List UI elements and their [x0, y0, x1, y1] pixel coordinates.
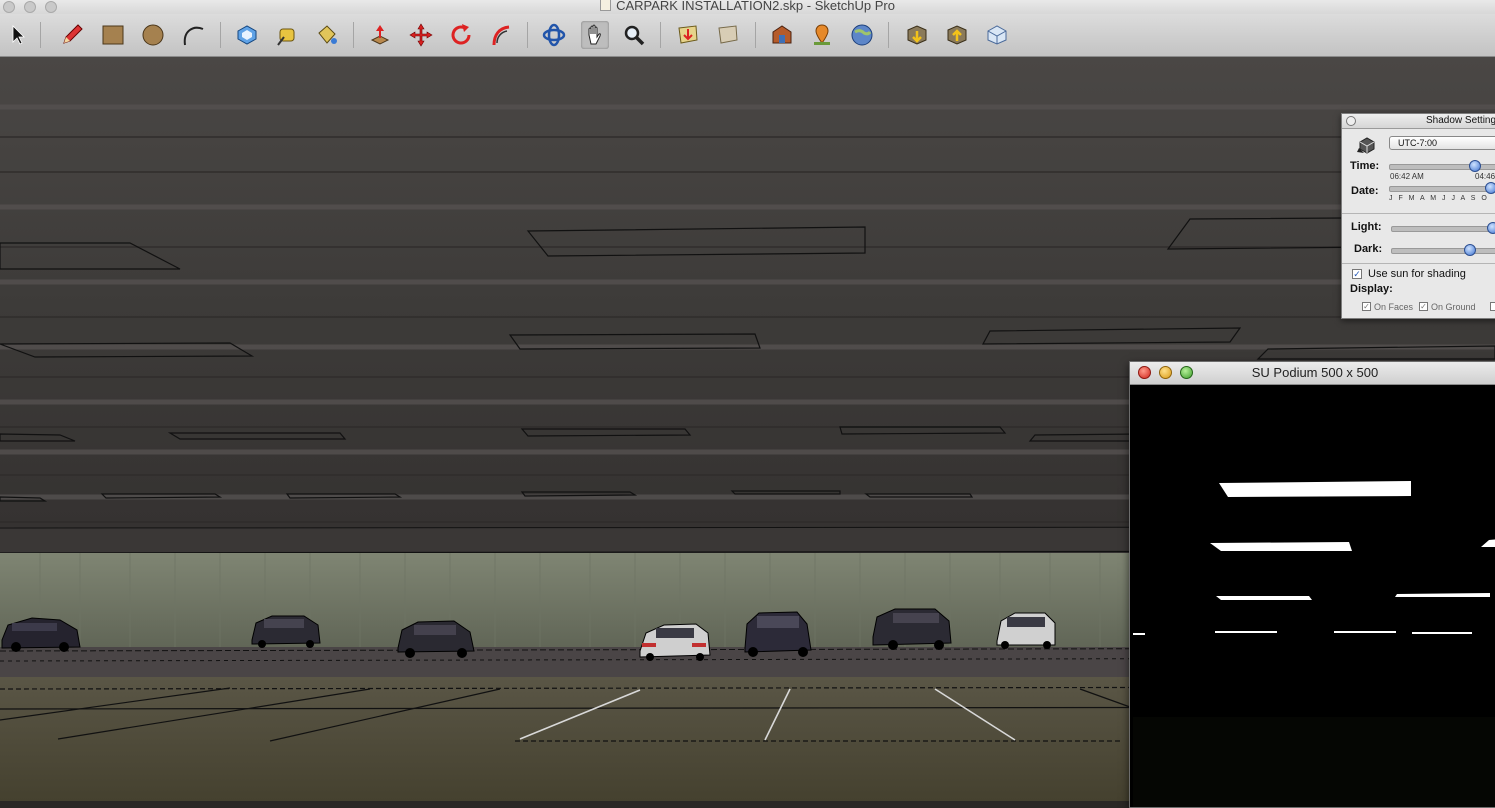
rotate-icon: [451, 24, 471, 45]
follow-me-tool-button[interactable]: [487, 21, 515, 49]
extension-warehouse-tool-button[interactable]: [983, 21, 1011, 49]
component-icon: [237, 25, 257, 45]
rectangle-tool-button[interactable]: [99, 21, 127, 49]
date-slider-knob[interactable]: [1485, 182, 1495, 194]
car: [251, 615, 321, 648]
date-label: Date:: [1351, 185, 1379, 197]
window-title-container: CARPARK INSTALLATION2.skp - SketchUp Pro: [0, 0, 1495, 13]
document-icon: [600, 0, 612, 11]
time-label: Time:: [1350, 160, 1380, 172]
share-model-icon: [947, 25, 967, 45]
toolbar-separator: [755, 22, 756, 48]
rotate-tool-button[interactable]: [447, 21, 475, 49]
zoom-tool-button[interactable]: [620, 21, 648, 49]
add-location-tool-button[interactable]: [808, 21, 836, 49]
on-faces-label: On Faces: [1374, 302, 1414, 312]
timezone-value: UTC-7:00: [1398, 138, 1438, 148]
su-podium-window: SU Podium 500 x 500: [1129, 361, 1495, 808]
zoom-extents-tool-button[interactable]: [674, 21, 702, 49]
window-title: CARPARK INSTALLATION2.skp - SketchUp Pro: [616, 0, 895, 13]
shadow-settings-title: Shadow Settings: [1426, 115, 1495, 126]
car: [744, 611, 812, 657]
use-sun-checkbox[interactable]: ✓: [1352, 269, 1362, 279]
arc-icon: [183, 26, 204, 46]
follow-me-icon: [492, 25, 510, 46]
light-label: Light:: [1351, 221, 1382, 233]
dark-slider-knob[interactable]: [1464, 244, 1476, 256]
pan-tool-button[interactable]: [581, 21, 609, 49]
on-ground-checkbox[interactable]: ✓: [1419, 302, 1428, 311]
orbit-icon: [542, 23, 566, 47]
move-icon: [409, 23, 433, 47]
podium-title-bar[interactable]: SU Podium 500 x 500: [1130, 362, 1495, 385]
share-model-tool-button[interactable]: [943, 21, 971, 49]
circle-tool-button[interactable]: [139, 21, 167, 49]
previous-view-tool-button[interactable]: [714, 21, 742, 49]
dark-label: Dark:: [1354, 243, 1383, 255]
toolbar-separator: [527, 22, 528, 48]
on-ground-label: On Ground: [1431, 302, 1476, 312]
earth-icon: [851, 24, 873, 46]
month-labels: J F M A M J J A S O: [1389, 195, 1489, 202]
shadow-settings-close-button[interactable]: [1346, 116, 1356, 126]
shadow-settings-panel: Shadow Settings UTC-7:00 Time: 06:42 AM …: [1341, 113, 1495, 319]
arc-tool-button[interactable]: [179, 21, 207, 49]
display-label: Display:: [1350, 283, 1393, 295]
previous-view-icon: [718, 25, 738, 44]
zoom-extents-icon: [678, 25, 698, 44]
rectangle-icon: [102, 25, 124, 45]
main-toolbar: [0, 14, 1495, 57]
location-icon: [814, 24, 830, 45]
divider: [1342, 213, 1495, 214]
toolbar-separator: [353, 22, 354, 48]
move-tool-button[interactable]: [407, 21, 435, 49]
orbit-tool-button[interactable]: [540, 21, 568, 49]
paint-bucket-tool-button[interactable]: [313, 21, 341, 49]
light-slider[interactable]: [1391, 222, 1495, 234]
circle-icon: [142, 24, 164, 46]
dark-slider[interactable]: [1391, 244, 1495, 256]
tape-measure-tool-button[interactable]: [273, 21, 301, 49]
push-pull-tool-button[interactable]: [366, 21, 394, 49]
make-component-tool-button[interactable]: [233, 21, 261, 49]
get-models-tool-button[interactable]: [903, 21, 931, 49]
select-tool-button[interactable]: [4, 21, 32, 49]
use-sun-label: Use sun for shading: [1368, 268, 1466, 280]
time-end-label: 04:46: [1475, 172, 1495, 181]
arrow-cursor-icon: [12, 25, 25, 45]
time-slider[interactable]: [1389, 160, 1495, 172]
title-bar: CARPARK INSTALLATION2.skp - SketchUp Pro: [0, 0, 1495, 14]
date-slider[interactable]: [1389, 182, 1495, 194]
time-slider-knob[interactable]: [1469, 160, 1481, 172]
shadow-toggle-icon[interactable]: [1356, 136, 1378, 154]
get-models-icon: [907, 25, 927, 45]
on-faces-checkbox[interactable]: ✓: [1362, 302, 1371, 311]
google-earth-tool-button[interactable]: [848, 21, 876, 49]
hand-icon: [588, 24, 601, 45]
divider: [1342, 263, 1495, 264]
warehouse-icon: [772, 25, 792, 44]
tape-measure-icon: [277, 28, 295, 46]
magnifier-icon: [624, 25, 645, 46]
push-pull-icon: [370, 25, 390, 45]
pencil-icon: [63, 24, 83, 44]
time-start-label: 06:42 AM: [1390, 172, 1424, 181]
paint-bucket-icon: [318, 25, 337, 44]
toolbar-separator: [40, 22, 41, 48]
toolbar-separator: [888, 22, 889, 48]
light-slider-knob[interactable]: [1487, 222, 1495, 234]
car: [996, 612, 1056, 649]
extension-icon: [987, 25, 1007, 45]
pencil-tool-button[interactable]: [58, 21, 86, 49]
toolbar-separator: [220, 22, 221, 48]
car: [872, 608, 952, 650]
from-edges-checkbox[interactable]: [1490, 302, 1495, 311]
timezone-select[interactable]: UTC-7:00: [1389, 136, 1495, 150]
toolbar-separator: [660, 22, 661, 48]
3d-warehouse-tool-button[interactable]: [768, 21, 796, 49]
podium-title: SU Podium 500 x 500: [1251, 365, 1379, 380]
shadow-settings-title-bar[interactable]: Shadow Settings: [1342, 114, 1495, 129]
podium-render-preview: [1133, 387, 1495, 807]
